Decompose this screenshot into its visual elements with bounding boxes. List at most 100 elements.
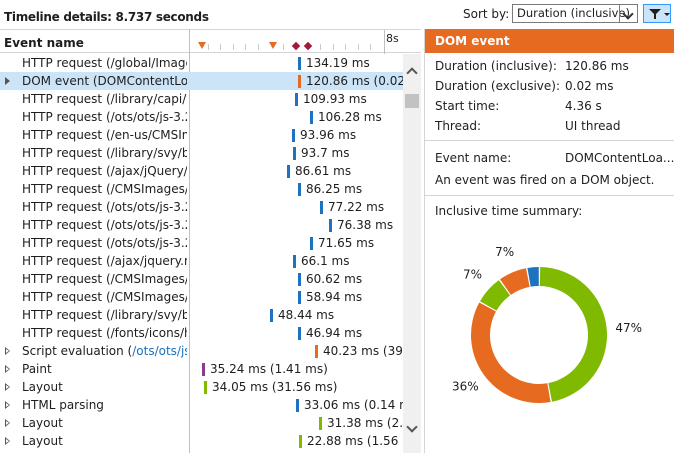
toolbar: Timeline details: 8.737 seconds Sort by:…	[0, 0, 674, 29]
expand-arrow-icon[interactable]	[5, 401, 10, 409]
duration-value: 93.7 ms	[301, 146, 350, 160]
ruler-end-label: 8s	[386, 32, 399, 45]
event-row[interactable]: Paint 35.24 ms (1.41 ms)	[0, 360, 403, 378]
duration-value: 76.38 ms	[337, 218, 394, 232]
divider	[425, 195, 674, 196]
expand-arrow-icon[interactable]	[5, 383, 10, 391]
event-row[interactable]: DOM event (DOMContentLo... 120.86 ms (0.0…	[0, 72, 403, 90]
duration-value: 46.94 ms	[306, 326, 363, 340]
duration-bar	[298, 57, 301, 70]
event-name: HTTP request (/global/Image...	[22, 56, 187, 70]
duration-value: 34.05 ms (31.56 ms)	[212, 380, 338, 394]
duration-bar	[299, 435, 302, 448]
expand-arrow-icon[interactable]	[5, 437, 10, 445]
event-name: HTTP request (/ots/ots/js-3.2...	[22, 218, 187, 232]
duration-bar	[293, 255, 296, 268]
event-name-text: HTTP request (/library/svy/br...	[22, 308, 187, 322]
event-name-column-header[interactable]: Event name	[4, 36, 84, 50]
filter-icon-stem	[654, 14, 656, 19]
inclusive-summary-label: Inclusive time summary:	[435, 204, 583, 218]
event-row[interactable]: Layout 31.38 ms (2.19	[0, 414, 403, 432]
duration-value: 48.44 ms	[278, 308, 335, 322]
expand-arrow-icon[interactable]	[5, 365, 10, 373]
event-name-text: HTTP request (/CMSImages/...	[22, 290, 187, 304]
duration-value: 31.38 ms (2.19	[327, 416, 403, 430]
event-row[interactable]: HTTP request (/CMSImages/... 86.25 ms	[0, 180, 403, 198]
event-row[interactable]: HTTP request (/CMSImages/... 58.94 ms	[0, 288, 403, 306]
event-name: HTML parsing	[22, 398, 187, 412]
event-name-label: Event name:	[435, 151, 512, 165]
duration-bar	[202, 363, 205, 376]
event-row[interactable]: HTTP request (/global/Image... 134.19 ms	[0, 54, 403, 72]
diamond-marker-icon	[291, 41, 301, 51]
scroll-up-icon[interactable]	[406, 67, 418, 79]
filter-button[interactable]	[643, 4, 671, 23]
chevron-down-icon[interactable]	[619, 5, 637, 22]
duration-bar	[204, 381, 207, 394]
event-name: HTTP request (/en-us/CMSIm...	[22, 128, 187, 142]
duration-value: 58.94 ms	[306, 290, 363, 304]
field-label: Thread:	[435, 119, 482, 133]
event-row[interactable]: HTTP request (/library/svy/br... 93.7 ms	[0, 144, 403, 162]
field-label: Duration (inclusive):	[435, 59, 557, 73]
expand-arrow-icon[interactable]	[5, 419, 10, 427]
scroll-thumb[interactable]	[405, 94, 419, 108]
duration-value: 40.23 ms (39.1	[323, 344, 403, 358]
event-row[interactable]: Script evaluation (/ots/ots/js- 40.23 ms …	[0, 342, 403, 360]
scroll-down-icon[interactable]	[406, 421, 418, 433]
event-row[interactable]: HTML parsing 33.06 ms (0.14 ms)	[0, 396, 403, 414]
duration-bar	[320, 201, 323, 214]
sort-by-value: Duration (inclusive)	[517, 6, 630, 20]
duration-value: 106.28 ms	[318, 110, 382, 124]
duration-value: 120.86 ms (0.02 ms	[306, 74, 403, 88]
ruler-tick	[345, 44, 346, 50]
duration-value: 60.62 ms	[306, 272, 363, 286]
event-name-text: Script evaluation (	[22, 344, 133, 358]
duration-bar	[298, 273, 301, 286]
duration-value: 86.25 ms	[306, 182, 363, 196]
event-row[interactable]: HTTP request (/ajax/jquery.m... 66.1 ms	[0, 252, 403, 270]
duration-bar	[287, 165, 290, 178]
duration-bar	[298, 291, 301, 304]
event-row[interactable]: HTTP request (/ots/ots/js-3.2... 77.22 ms	[0, 198, 403, 216]
event-name-text: HTTP request (/global/Image...	[22, 56, 187, 70]
details-title: DOM event	[435, 34, 510, 48]
donut-percent-label: 36%	[452, 380, 479, 394]
duration-bar	[329, 219, 332, 232]
event-row[interactable]: HTTP request (/library/svy/br... 48.44 ms	[0, 306, 403, 324]
event-name-text: HTTP request (/ajax/jQuery/j...	[22, 164, 187, 178]
event-source-link[interactable]: /ots/ots/js-	[132, 344, 187, 358]
sort-by-select[interactable]: Duration (inclusive)	[512, 4, 638, 23]
ruler-tick	[320, 44, 321, 50]
donut-percent-label: 47%	[615, 321, 642, 335]
event-row[interactable]: HTTP request (/ajax/jQuery/j... 86.61 ms	[0, 162, 403, 180]
duration-value: 109.93 ms	[303, 92, 367, 106]
event-row[interactable]: Layout 22.88 ms (1.56 ms	[0, 432, 403, 450]
donut-slice	[527, 267, 539, 287]
event-row[interactable]: HTTP request (/ots/ots/js-3.2... 106.28 m…	[0, 108, 403, 126]
donut-percent-label: 7%	[495, 245, 514, 259]
expand-arrow-icon[interactable]	[5, 77, 10, 85]
vertical-scrollbar[interactable]	[403, 54, 421, 453]
event-description: An event was fired on a DOM object.	[435, 173, 655, 187]
duration-value: 35.24 ms (1.41 ms)	[210, 362, 328, 376]
event-row[interactable]: HTTP request (/fonts/icons/h... 46.94 ms	[0, 324, 403, 342]
event-row[interactable]: Layout 34.05 ms (31.56 ms)	[0, 378, 403, 396]
timeline-ruler[interactable]	[190, 30, 402, 54]
expand-arrow-icon[interactable]	[5, 347, 10, 355]
event-name: Layout	[22, 416, 187, 430]
event-row[interactable]: HTTP request (/ots/ots/js-3.2... 76.38 ms	[0, 216, 403, 234]
event-name-text: HTTP request (/ots/ots/js-3.2...	[22, 200, 187, 214]
event-row[interactable]: HTTP request (/en-us/CMSIm... 93.96 ms	[0, 126, 403, 144]
event-row[interactable]: HTTP request (/library/capi/w... 109.93 m…	[0, 90, 403, 108]
event-name: HTTP request (/library/svy/br...	[22, 146, 187, 160]
event-row[interactable]: HTTP request (/CMSImages/... 60.62 ms	[0, 270, 403, 288]
ruler-tick	[245, 44, 246, 50]
event-row[interactable]: HTTP request (/ots/ots/js-3.2... 71.65 ms	[0, 234, 403, 252]
duration-bar	[270, 309, 273, 322]
event-name-text: HTTP request (/library/svy/br...	[22, 146, 187, 160]
event-name-text: Layout	[22, 416, 63, 430]
ruler-tick	[258, 44, 259, 50]
field-value: UI thread	[565, 119, 621, 133]
duration-bar	[310, 237, 313, 250]
